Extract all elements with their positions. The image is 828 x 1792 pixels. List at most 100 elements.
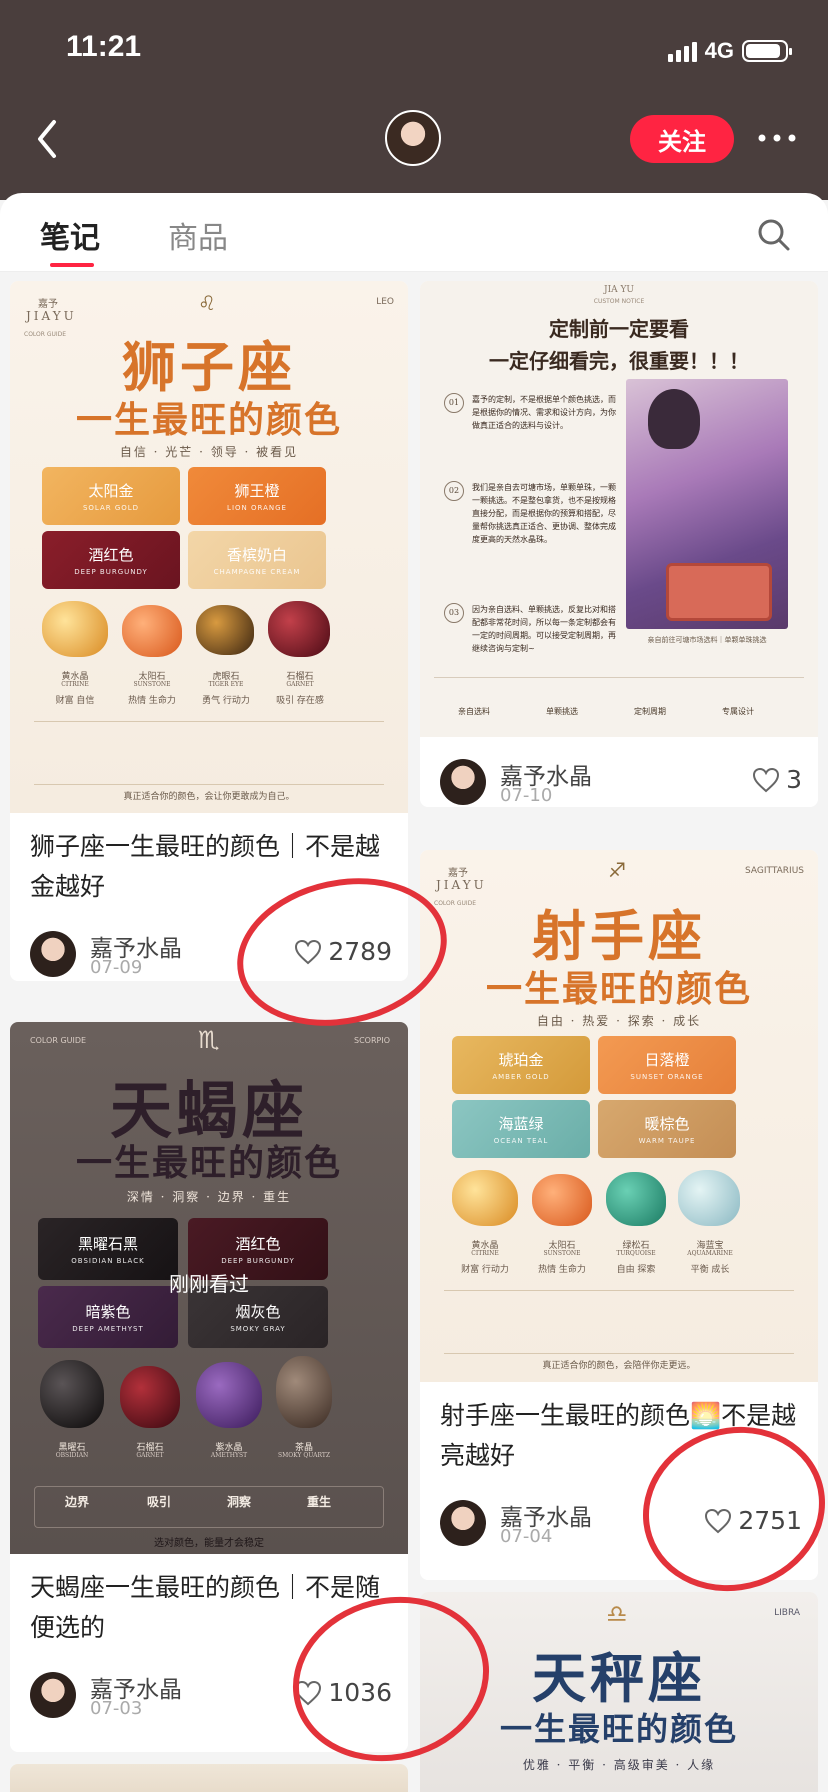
brand-sub: CUSTOM NOTICE [593, 298, 645, 305]
note-cover-leo[interactable]: 嘉予 JIAYU COLOR GUIDE ♌ LEO 狮子座 一生最旺的颜色 自… [10, 281, 408, 813]
tab-notes[interactable]: 笔记 [40, 213, 100, 257]
stone-en: AQUAMARINE [687, 1250, 733, 1257]
status-bar: 11:21 4G [66, 30, 792, 70]
author-avatar[interactable] [440, 1500, 486, 1546]
stone-en: SUNSTONE [543, 1250, 581, 1257]
stone-note: 自由 探索 [616, 1265, 656, 1275]
author-avatar[interactable] [30, 931, 76, 977]
photo-person [648, 389, 700, 449]
icon-label: 专属设计 [722, 707, 754, 716]
zodiac-symbol: ♎ [606, 1600, 628, 1628]
note-meta: 嘉予水晶 07-09 2789 [30, 931, 392, 981]
zodiac-symbol: ♏ [198, 1026, 220, 1054]
like-button[interactable]: 2789 [294, 937, 392, 966]
stone-note: 热情 生命力 [128, 696, 176, 706]
status-icons: 4G [667, 38, 792, 64]
like-button[interactable]: 3 [752, 765, 802, 794]
note-card-scorpio[interactable]: COLOR GUIDE ♏ SCORPIO 天蝎座 一生最旺的颜色 深情 · 洞… [10, 1022, 408, 1752]
stone-en: AMETHYST [210, 1452, 248, 1459]
zodiac-symbol: ♌ [198, 291, 216, 315]
stone-en: TURQUOISE [616, 1250, 656, 1257]
icon-label: 定制周期 [634, 707, 666, 716]
active-tab-indicator [50, 263, 94, 267]
stone-en: GARNET [286, 681, 314, 688]
stone-en: OBSIDIAN [55, 1452, 89, 1459]
back-icon[interactable] [28, 114, 68, 164]
note-date: 07-03 [90, 1698, 143, 1719]
step-num: 01 [444, 393, 464, 413]
badge-label: 洞察 [227, 1495, 252, 1509]
status-time: 11:21 [66, 30, 142, 63]
note-title[interactable]: 天蝎座一生最旺的颜色｜不是随便选的 [30, 1568, 392, 1648]
heart-icon [295, 939, 322, 964]
icon-row [34, 721, 384, 785]
swatch-solar-gold: 太阳金 SOLAR GOLD [42, 467, 180, 525]
gem-citrine [452, 1170, 518, 1226]
note-card-partial[interactable] [10, 1764, 408, 1792]
brand-en: JIAYU [436, 878, 487, 892]
note-title[interactable]: 射手座一生最旺的颜色🌅不是越亮越好 [440, 1396, 802, 1476]
guide-label: COLOR GUIDE [30, 1036, 87, 1045]
cover-keywords: 自由 · 热爱 · 探索 · 成长 [536, 1014, 702, 1028]
gem-turquoise [606, 1172, 666, 1226]
zodiac-symbol: ♐ [608, 858, 626, 882]
stone-note: 财富 行动力 [461, 1265, 509, 1275]
signal-icon [667, 40, 697, 62]
cover-subheading: 一生最旺的颜色 [75, 399, 342, 441]
note-cover-scorpio[interactable]: COLOR GUIDE ♏ SCORPIO 天蝎座 一生最旺的颜色 深情 · 洞… [10, 1022, 408, 1554]
note-card-sagittarius[interactable]: 嘉予 JIAYU COLOR GUIDE ♐ SAGITTARIUS 射手座 一… [420, 850, 818, 1580]
note-title[interactable]: 狮子座一生最旺的颜色｜不是越金越好 [30, 827, 392, 907]
heart-icon [753, 767, 780, 792]
icon-label: 单颗挑选 [546, 707, 578, 716]
author-avatar[interactable] [440, 759, 486, 805]
note-cover-sagittarius[interactable]: 嘉予 JIAYU COLOR GUIDE ♐ SAGITTARIUS 射手座 一… [420, 850, 818, 1382]
stone-note: 勇气 行动力 [202, 696, 250, 706]
gem-sunstone [122, 605, 182, 657]
cover-subheading: 一生最旺的颜色 [485, 968, 752, 1010]
follow-button[interactable]: 关注 [630, 115, 734, 163]
note-cover-notice[interactable]: JIA YU CUSTOM NOTICE 定制前一定要看 一定仔细看完，很重要！… [420, 281, 818, 737]
gem-tiger-eye [196, 605, 254, 655]
author-avatar[interactable] [30, 1672, 76, 1718]
cover-footer: 真正适合你的颜色，会让你更敢成为自己。 [123, 792, 295, 802]
tab-products[interactable]: 商品 [168, 213, 228, 257]
step-text: 因为亲自选料、单颗挑选，反复比对和搭配都非常花时间，所以每一条定制都会有一定的时… [472, 605, 616, 653]
search-icon[interactable] [756, 217, 792, 253]
like-count: 2789 [328, 937, 392, 966]
stone-note: 平衡 成长 [690, 1265, 730, 1275]
notice-subheading: 一定仔细看完，很重要！！！ [489, 349, 749, 373]
badge-label: 重生 [307, 1495, 332, 1509]
gem-citrine [42, 601, 108, 657]
note-date: 07-04 [500, 1526, 553, 1547]
badge-row: 边界 吸引 洞察 重生 [34, 1486, 384, 1528]
icon-label: 亲自选料 [458, 707, 490, 716]
heart-icon [295, 1680, 322, 1705]
note-cover-libra[interactable]: ♎ LIBRA 天秤座 一生最旺的颜色 优雅 · 平衡 · 高级审美 · 人缘 [420, 1592, 818, 1792]
like-button[interactable]: 1036 [294, 1678, 392, 1707]
gem-smoky-quartz [276, 1356, 332, 1428]
brand-en: JIAYU [26, 309, 77, 323]
sign-en: LIBRA [774, 1608, 800, 1618]
gem-amethyst [196, 1362, 262, 1428]
cover-subheading: 一生最旺的颜色 [499, 1710, 738, 1748]
step-text: 嘉予的定制，不是根据单个颜色挑选，而是根据你的情况、需求和设计方向，为你做真正适… [472, 395, 616, 430]
note-card-notice[interactable]: JIA YU CUSTOM NOTICE 定制前一定要看 一定仔细看完，很重要！… [420, 281, 818, 807]
author-avatar[interactable] [385, 110, 441, 166]
sign-en: SCORPIO [354, 1036, 390, 1045]
stone-note: 财富 自信 [55, 696, 95, 706]
photo-caption: 亲自前往可塘市场选料｜单颗单珠挑选 [647, 636, 767, 644]
stone-en: SUNSTONE [133, 681, 171, 688]
brand-cn: 嘉予 [448, 868, 468, 879]
brand-cn: 嘉予 [38, 299, 58, 310]
more-icon[interactable] [752, 118, 802, 158]
notice-icon-row: 亲自选料 单颗挑选 定制周期 专属设计 [434, 677, 804, 724]
step-num: 02 [444, 481, 464, 501]
like-button[interactable]: 2751 [704, 1506, 802, 1535]
note-card-leo[interactable]: 嘉予 JIAYU COLOR GUIDE ♌ LEO 狮子座 一生最旺的颜色 自… [10, 281, 408, 981]
swatch-amber-gold: 琥珀金 AMBER GOLD [452, 1036, 590, 1094]
note-card-libra[interactable]: ♎ LIBRA 天秤座 一生最旺的颜色 优雅 · 平衡 · 高级审美 · 人缘 [420, 1592, 818, 1792]
swatch-deep-burgundy: 酒红色 DEEP BURGUNDY [42, 531, 180, 589]
note-meta: 嘉予水晶 07-03 1036 [30, 1672, 392, 1722]
note-meta: 嘉予水晶 07-04 2751 [440, 1500, 802, 1550]
icon-row [444, 1290, 794, 1354]
